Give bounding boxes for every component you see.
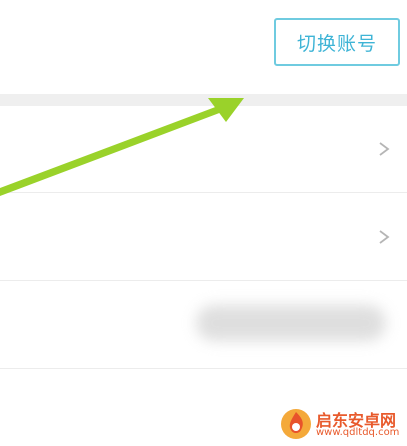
settings-row-3[interactable] (0, 281, 407, 369)
settings-screen: 切换账号 启东安卓网 www.qdltdq.com (0, 0, 407, 446)
watermark-url: www.qdltdq.com (316, 427, 400, 438)
settings-row-1[interactable] (0, 106, 407, 193)
flame-logo-icon (281, 409, 311, 439)
blurred-row-value (196, 305, 386, 341)
section-separator (0, 94, 407, 106)
site-watermark: 启东安卓网 www.qdltdq.com (278, 405, 404, 443)
switch-account-button[interactable]: 切换账号 (274, 18, 400, 66)
chevron-right-icon (379, 142, 390, 156)
settings-row-2[interactable] (0, 193, 407, 281)
account-header: 切换账号 (0, 0, 407, 94)
chevron-right-icon (379, 229, 390, 244)
